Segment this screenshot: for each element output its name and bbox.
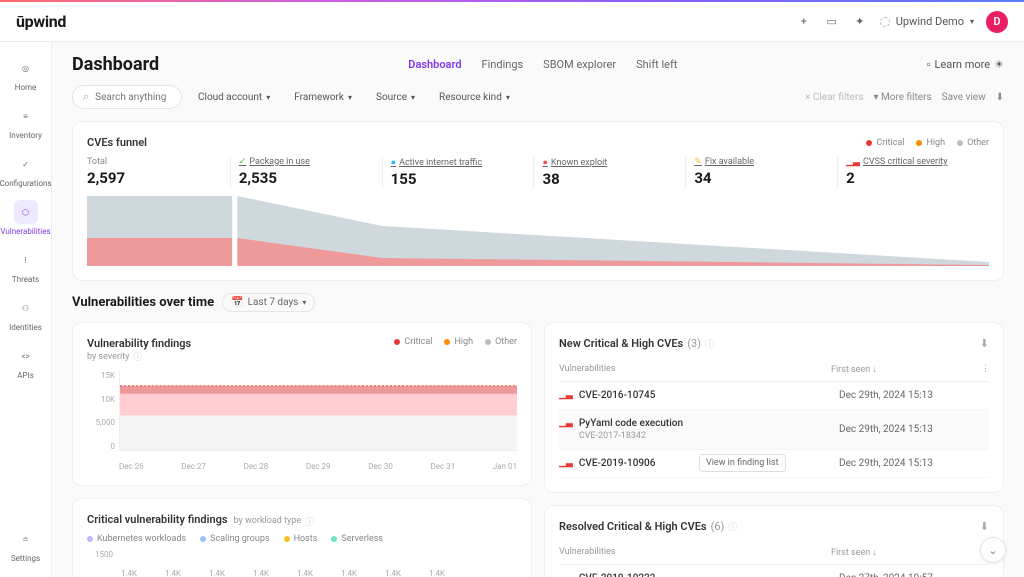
funnel-stage-fix[interactable]: ✎Fix available34 — [685, 157, 837, 188]
signal-icon: ▁▃ — [559, 390, 573, 400]
funnel-legend: Critical High Other — [866, 138, 989, 148]
run-icon[interactable]: ✦ — [852, 14, 868, 30]
funnel-title: CVEs funnel — [87, 136, 147, 149]
sidebar-item-home[interactable]: ◎Home — [0, 50, 51, 98]
resolved-cves-title: Resolved Critical & High CVEs — [559, 520, 707, 533]
funnel-stage-package[interactable]: ✓Package in use2,535 — [230, 157, 382, 188]
page-title: Dashboard — [72, 54, 159, 75]
sidebar-item-threats[interactable]: !Threats — [0, 242, 51, 290]
search-field[interactable] — [95, 92, 171, 103]
workspace-name: Upwind Demo — [896, 15, 964, 28]
info-icon[interactable]: ⓘ — [705, 337, 714, 350]
search-icon: ⌕ — [83, 90, 89, 104]
time-range-selector[interactable]: 📅 Last 7 days ▾ — [222, 293, 315, 312]
funnel-chart — [87, 196, 989, 266]
code-icon: <> — [14, 344, 38, 368]
download-icon[interactable]: ⬇ — [980, 520, 989, 533]
funnel-stage-cvss[interactable]: ▁▃CVSS critical severity2 — [837, 157, 989, 188]
workspace-dot-icon — [880, 17, 890, 27]
kebab-icon[interactable]: ⋮ — [981, 364, 989, 375]
sidebar-item-identities[interactable]: ⚇Identities — [0, 290, 51, 338]
info-icon[interactable]: ⓘ — [305, 515, 314, 528]
funnel-stage-exploit[interactable]: ●Known exploit38 — [533, 157, 685, 188]
list-icon: ≡ — [14, 104, 38, 128]
findings-chart-subtitle: by severity ⓘ — [87, 350, 191, 363]
download-icon[interactable]: ⬇ — [996, 92, 1004, 103]
col-first-seen[interactable]: First seen — [831, 548, 870, 558]
sidebar: ◎Home ≡Inventory ✓Configurations ⬡Vulner… — [0, 42, 52, 577]
col-first-seen[interactable]: First seen — [831, 365, 870, 375]
sidebar-item-inventory[interactable]: ≡Inventory — [0, 98, 51, 146]
funnel-stage-traffic[interactable]: ●Active internet traffic155 — [382, 157, 534, 188]
filter-source[interactable]: Source ▾ — [368, 88, 423, 107]
signal-icon: ▁▃ — [559, 418, 573, 428]
save-view-button[interactable]: Save view — [942, 92, 986, 103]
funnel-card: CVEs funnel Critical High Other Total2,5… — [72, 121, 1004, 281]
overtime-section: Vulnerabilities over time 📅 Last 7 days … — [72, 293, 1004, 312]
tab-findings[interactable]: Findings — [482, 54, 524, 75]
col-vulnerabilities[interactable]: Vulnerabilities — [559, 364, 831, 375]
person-icon: ⚇ — [14, 296, 38, 320]
clear-filters-button[interactable]: × Clear filters — [805, 92, 863, 103]
findings-chart-card: Vulnerability findings by severity ⓘ Cri… — [72, 322, 532, 486]
filter-cloud-account[interactable]: Cloud account ▾ — [190, 88, 278, 107]
workspace-switcher[interactable]: Upwind Demo ▾ — [880, 15, 974, 28]
new-cves-count: (3) — [687, 337, 701, 350]
critical-findings-title: Critical vulnerability findings — [87, 513, 228, 526]
wrench-icon: ✎ — [694, 157, 702, 167]
sidebar-item-settings[interactable]: ≐Settings — [0, 521, 51, 569]
learn-more-link[interactable]: ▫ Learn more ☀ — [927, 58, 1004, 71]
filter-resource-kind[interactable]: Resource kind ▾ — [431, 88, 518, 107]
funnel-stage-total[interactable]: Total2,597 — [87, 157, 230, 188]
chevron-down-icon: ▾ — [970, 17, 974, 26]
signal-icon: ▁▃ — [846, 157, 860, 167]
new-cves-card: New Critical & High CVEs (3) ⓘ ⬇ Vulnera… — [544, 322, 1004, 493]
brand-logo: pwind — [16, 12, 66, 31]
scroll-down-fab[interactable]: ⌄ — [980, 537, 1006, 563]
sliders-icon: ≐ — [14, 527, 38, 551]
info-icon[interactable]: ⓘ — [728, 520, 737, 533]
info-icon[interactable]: ⓘ — [133, 350, 142, 363]
tab-sbom[interactable]: SBOM explorer — [543, 54, 616, 75]
table-row[interactable]: ▁▃CVE-2016-10745 Dec 29th, 2024 15:13 — [559, 382, 989, 410]
bug-icon: ⬡ — [14, 200, 38, 224]
col-vulnerabilities[interactable]: Vulnerabilities — [559, 547, 831, 558]
view-in-finding-list-button[interactable]: View in finding list — [699, 454, 786, 472]
table-row[interactable]: ▁▃CVE-2019-10906 View in finding list De… — [559, 450, 989, 478]
app-header: pwind + ▭ ✦ Upwind Demo ▾ D — [0, 2, 1024, 42]
download-icon[interactable]: ⬇ — [980, 337, 989, 350]
critical-findings-bars: 15001000500 1.4K 1.4K 1.4K 1.4K 1.4K 1.4… — [87, 550, 517, 577]
findings-area-chart: 15K10K5,0000 Dec 26Dec 27Dec 28Dec 29Dec… — [87, 371, 517, 471]
avatar[interactable]: D — [986, 11, 1008, 33]
sidebar-item-vulnerabilities[interactable]: ⬡Vulnerabilities — [0, 194, 51, 242]
filters-row: ⌕ Cloud account ▾ Framework ▾ Source ▾ R… — [72, 85, 1004, 109]
workload-legend: Kubernetes workloads Scaling groups Host… — [87, 534, 517, 544]
check-icon: ✓ — [14, 152, 38, 176]
sidebar-item-apis[interactable]: <>APIs — [0, 338, 51, 386]
table-row[interactable]: ▁▃ PyYaml code executionCVE-2017-18342 D… — [559, 410, 989, 450]
sidebar-item-configurations[interactable]: ✓Configurations — [0, 146, 51, 194]
signal-icon: ▁▃ — [559, 458, 573, 468]
new-cves-title: New Critical & High CVEs — [559, 337, 683, 350]
target-icon: ◎ — [14, 56, 38, 80]
resolved-cves-count: (6) — [711, 520, 725, 533]
more-filters-button[interactable]: ▾ More filters — [874, 92, 932, 103]
plus-icon[interactable]: + — [796, 14, 812, 30]
book-icon[interactable]: ▭ — [824, 14, 840, 30]
critical-findings-card: Critical vulnerability findings by workl… — [72, 498, 532, 577]
danger-icon: ● — [542, 157, 547, 168]
resolved-cves-card: Resolved Critical & High CVEs (6) ⓘ ⬇ Vu… — [544, 505, 1004, 577]
tab-shiftleft[interactable]: Shift left — [636, 54, 677, 75]
search-input[interactable]: ⌕ — [72, 85, 182, 109]
findings-chart-title: Vulnerability findings — [87, 337, 191, 350]
alert-icon: ! — [14, 248, 38, 272]
filter-framework[interactable]: Framework ▾ — [286, 88, 360, 107]
tab-dashboard[interactable]: Dashboard — [408, 54, 461, 75]
globe-icon: ● — [391, 157, 396, 168]
check-circle-icon: ✓ — [239, 157, 247, 167]
page-tabs: Dashboard Findings SBOM explorer Shift l… — [408, 54, 677, 75]
table-row[interactable]: ▁▃CVE-2019-10222 Dec 27th, 2024 19:57 — [559, 565, 989, 577]
signal-icon: ▁▃ — [559, 573, 573, 577]
